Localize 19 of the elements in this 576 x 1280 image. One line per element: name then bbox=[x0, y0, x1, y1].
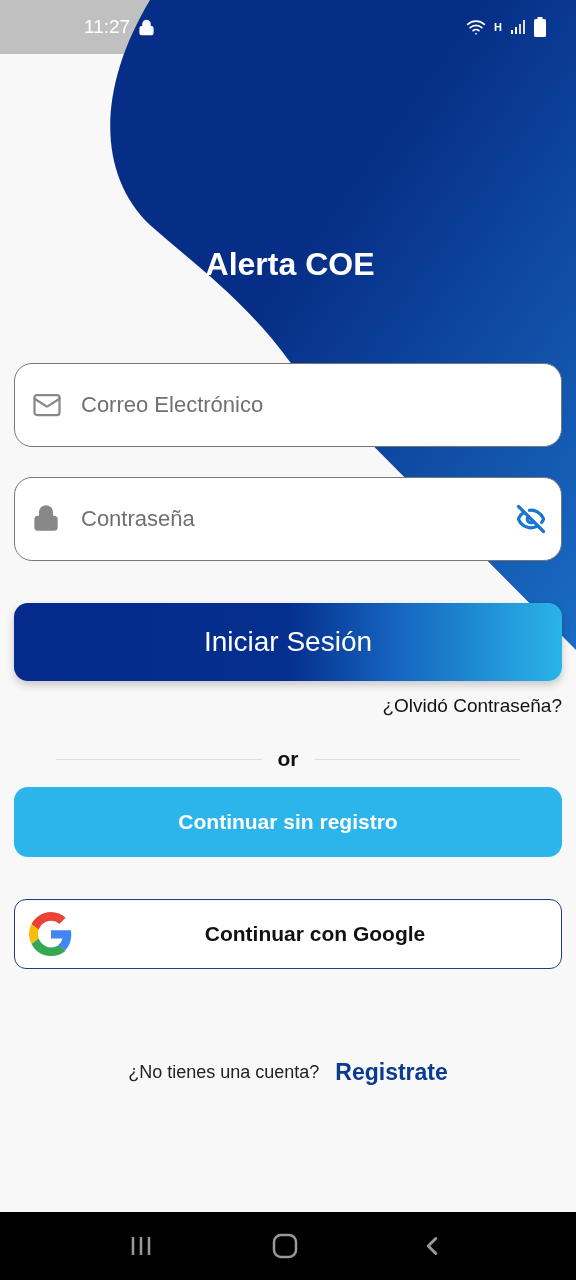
login-button[interactable]: Iniciar Sesión bbox=[14, 603, 562, 681]
status-time: 11:27 bbox=[84, 16, 131, 38]
lock-icon bbox=[32, 504, 60, 532]
lock-icon bbox=[138, 18, 156, 36]
google-button[interactable]: Continuar con Google bbox=[14, 899, 562, 969]
signup-link[interactable]: Registrate bbox=[335, 1059, 448, 1086]
signal-icon bbox=[510, 19, 526, 35]
divider-text: or bbox=[277, 747, 299, 771]
battery-icon bbox=[534, 17, 546, 37]
home-icon[interactable] bbox=[272, 1233, 298, 1259]
network-type-label: H bbox=[494, 21, 502, 33]
visibility-toggle-icon[interactable] bbox=[516, 504, 546, 534]
email-field[interactable]: Correo Electrónico bbox=[14, 363, 562, 447]
forgot-password-link[interactable]: ¿Olvidó Contraseña? bbox=[382, 695, 562, 717]
password-field[interactable]: Contraseña bbox=[14, 477, 562, 561]
app-title: Alerta COE bbox=[204, 246, 375, 283]
wifi-icon bbox=[466, 17, 487, 37]
google-logo-icon bbox=[29, 912, 73, 956]
signup-prompt: ¿No tienes una cuenta? bbox=[128, 1062, 320, 1083]
